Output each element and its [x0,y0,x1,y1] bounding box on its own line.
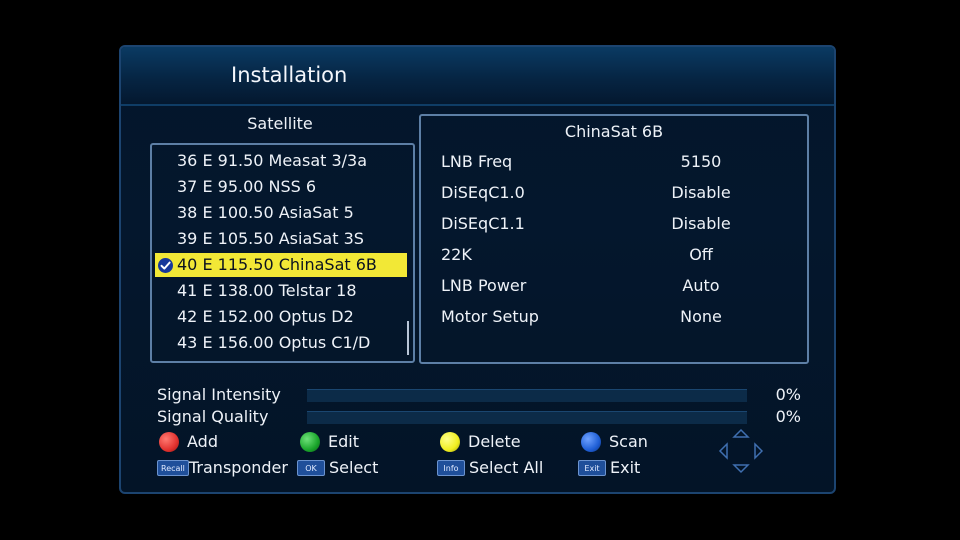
signal-intensity-bar [307,389,747,402]
param-lnb-power[interactable]: LNB Power Auto [441,276,791,304]
detail-title: ChinaSat 6B [564,122,664,141]
signal-quality-label: Signal Quality [157,407,269,426]
exit-key-icon: Exit [578,460,606,476]
satellite-item-42e[interactable]: 42 E 152.00 Optus D2 [155,305,407,329]
blue-key-icon [581,432,601,452]
satellite-item-38e[interactable]: 38 E 100.50 AsiaSat 5 [155,201,407,225]
edit-label: Edit [328,432,359,451]
installation-window: Installation Satellite 36 E 91.50 Measat… [119,45,836,494]
satellite-heading: Satellite [247,114,313,133]
satellite-item-36e[interactable]: 36 E 91.50 Measat 3/3a [155,149,407,173]
add-label: Add [187,432,218,451]
delete-label: Delete [468,432,521,451]
param-value[interactable]: Off [616,245,786,264]
satellite-item-37e[interactable]: 37 E 95.00 NSS 6 [155,175,407,199]
transponder-label: Transponder [189,458,288,477]
param-22k[interactable]: 22K Off [441,245,791,273]
param-diseqc11[interactable]: DiSEqC1.1 Disable [441,214,791,242]
param-lnb-freq[interactable]: LNB Freq 5150 [441,152,791,180]
green-key-icon [300,432,320,452]
exit-label: Exit [610,458,641,477]
list-scrollbar[interactable] [407,321,409,355]
param-label: LNB Power [441,276,527,295]
satellite-item-label: 39 E 105.50 AsiaSat 3S [177,229,364,248]
satellite-item-label: 40 E 115.50 ChinaSat 6B [177,255,377,274]
signal-intensity-value: 0% [775,385,801,404]
yellow-key-icon [440,432,460,452]
param-label: DiSEqC1.1 [441,214,525,233]
select-label: Select [329,458,379,477]
satellite-item-label: 38 E 100.50 AsiaSat 5 [177,203,354,222]
satellite-item-label: 43 E 156.00 Optus C1/D [177,333,371,352]
param-label: LNB Freq [441,152,513,171]
satellite-detail-panel: ChinaSat 6B LNB Freq 5150 DiSEqC1.0 Disa… [419,114,809,364]
param-label: Motor Setup [441,307,539,326]
check-icon [158,258,173,273]
nav-arrows-icon [717,427,765,475]
satellite-item-label: 41 E 138.00 Telstar 18 [177,281,357,300]
satellite-item-43e[interactable]: 43 E 156.00 Optus C1/D [155,331,407,355]
select-all-label: Select All [469,458,544,477]
ok-key-icon: OK [297,460,325,476]
satellite-item-39e[interactable]: 39 E 105.50 AsiaSat 3S [155,227,407,251]
signal-quality-value: 0% [775,407,801,426]
param-value[interactable]: None [616,307,786,326]
param-value[interactable]: Disable [616,214,786,233]
satellite-item-41e[interactable]: 41 E 138.00 Telstar 18 [155,279,407,303]
signal-quality-bar [307,411,747,424]
satellite-item-label: 37 E 95.00 NSS 6 [177,177,317,196]
param-motor-setup[interactable]: Motor Setup None [441,307,791,335]
param-value[interactable]: 5150 [616,152,786,171]
satellite-item-40e[interactable]: 40 E 115.50 ChinaSat 6B [155,253,407,277]
param-diseqc10[interactable]: DiSEqC1.0 Disable [441,183,791,211]
scan-label: Scan [609,432,648,451]
param-value[interactable]: Disable [616,183,786,202]
red-key-icon [159,432,179,452]
title-bar: Installation [121,47,834,106]
info-key-icon: Info [437,460,465,476]
satellite-item-label: 42 E 152.00 Optus D2 [177,307,354,326]
satellite-item-label: 36 E 91.50 Measat 3/3a [177,151,368,170]
recall-key-icon: Recall [157,460,189,476]
param-label: DiSEqC1.0 [441,183,525,202]
param-value[interactable]: Auto [616,276,786,295]
param-label: 22K [441,245,472,264]
satellite-list[interactable]: 36 E 91.50 Measat 3/3a 37 E 95.00 NSS 6 … [150,143,415,363]
signal-intensity-label: Signal Intensity [157,385,281,404]
page-title: Installation [231,63,348,87]
